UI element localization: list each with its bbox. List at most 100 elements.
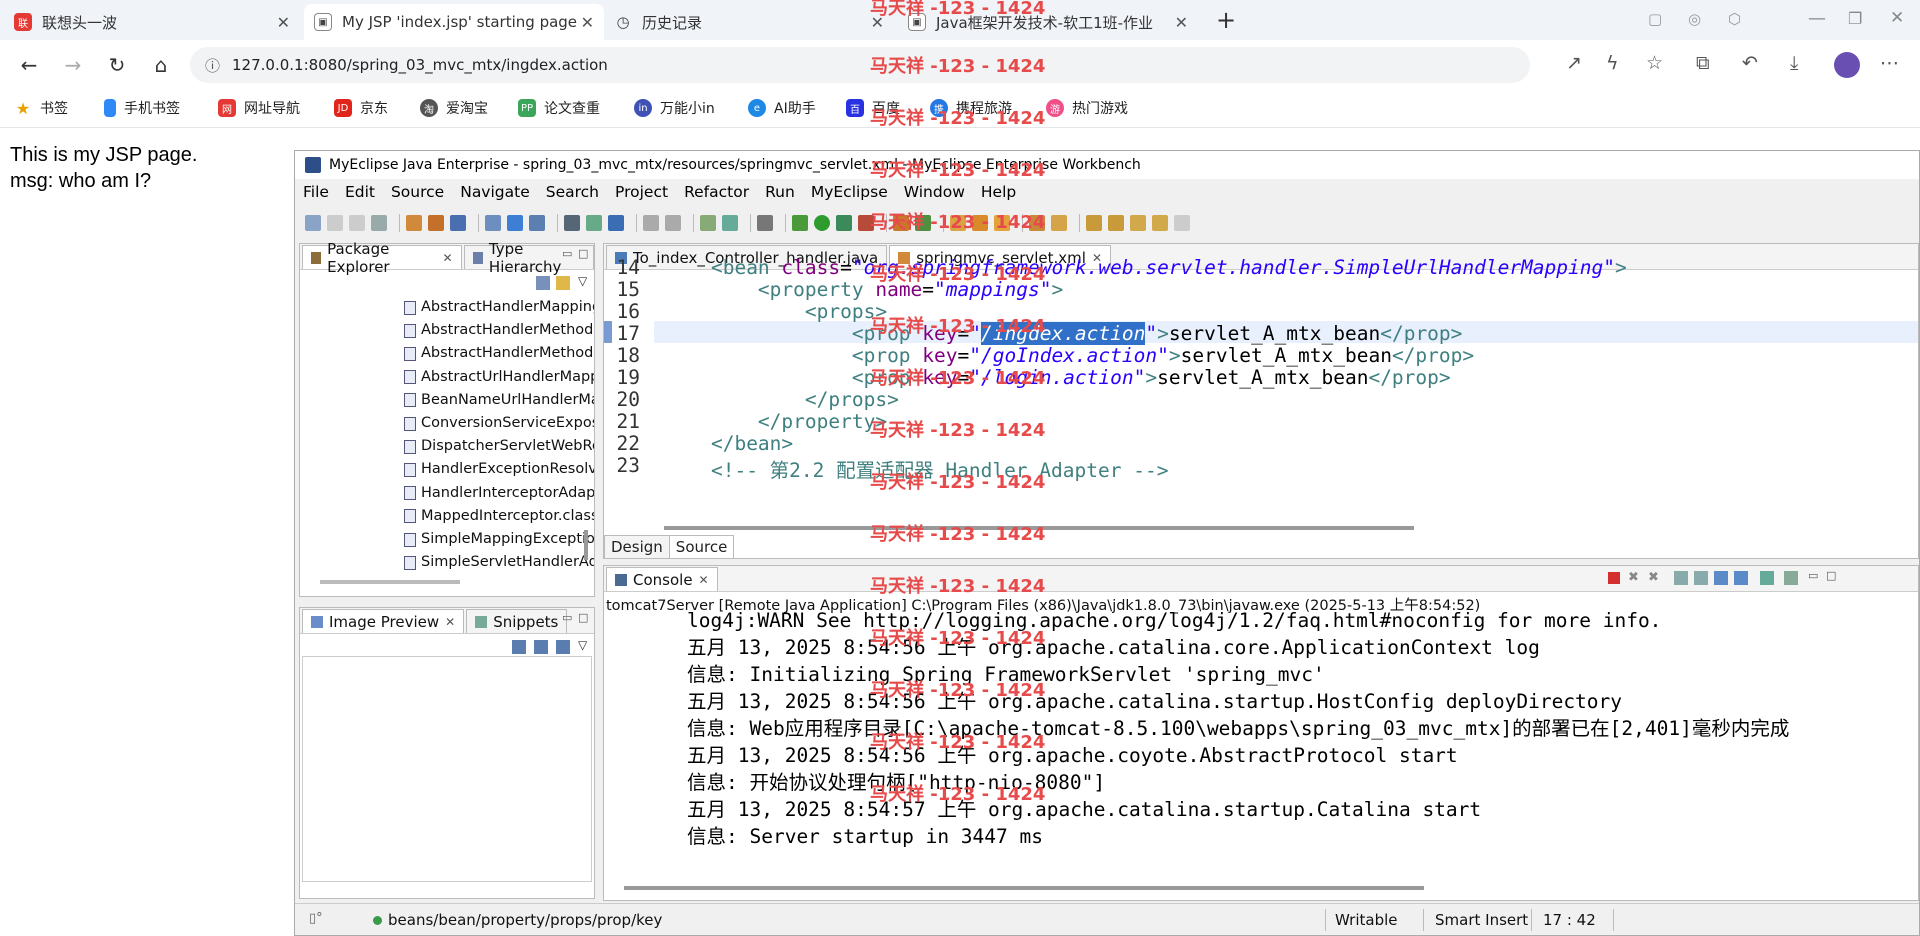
browser-tab-2[interactable]: ▣ My JSP 'index.jsp' starting page ✕ xyxy=(304,4,604,40)
bookmark-item[interactable]: 手机书签 xyxy=(104,98,180,118)
share-icon[interactable]: ↗ xyxy=(1566,52,1582,74)
minimize-icon[interactable]: — xyxy=(1808,8,1826,29)
forward-icon[interactable]: → xyxy=(58,50,88,80)
code-line[interactable]: <bean class="org.springframework.web.ser… xyxy=(664,256,1627,279)
tree-item[interactable]: ConversionServiceExposingInter xyxy=(300,412,594,435)
menu-navigate[interactable]: Navigate xyxy=(460,183,530,201)
clear-console-icon[interactable] xyxy=(1674,571,1688,585)
zoom-out-icon[interactable] xyxy=(534,640,548,654)
last-edit-icon[interactable] xyxy=(1130,215,1146,231)
browser-tab-4[interactable]: ▣ Java框架开发技术-软工1班-作业 ✕ xyxy=(898,4,1198,40)
tree-item[interactable]: SimpleMappingExceptionResolv xyxy=(300,528,594,551)
new-class-icon[interactable] xyxy=(893,215,909,231)
tab-source[interactable]: Source xyxy=(669,534,735,559)
link-editor-icon[interactable] xyxy=(556,276,570,290)
view-menu-icon[interactable]: ▽ xyxy=(578,274,587,288)
tree-item[interactable]: DispatcherServletWebRequest.c xyxy=(300,435,594,458)
close-icon[interactable]: ✕ xyxy=(277,13,290,32)
tree-item[interactable]: SimpleServletHandlerAdapter.cl xyxy=(300,551,594,574)
bookmark-item[interactable]: JD 京东 xyxy=(334,98,388,118)
globe-icon[interactable] xyxy=(608,215,624,231)
new-icon[interactable] xyxy=(305,215,321,231)
task-icon[interactable] xyxy=(700,215,716,231)
menu-edit[interactable]: Edit xyxy=(345,183,375,201)
bookmark-item[interactable]: 淘爱淘宝 xyxy=(420,98,488,118)
back-icon[interactable]: ← xyxy=(14,50,44,80)
browser-tab-3[interactable]: ◷ 历史记录 ✕ xyxy=(604,4,894,40)
save-all-icon[interactable] xyxy=(349,215,365,231)
undo-icon[interactable]: ↶ xyxy=(1742,52,1758,74)
menu-myeclipse[interactable]: MyEclipse xyxy=(811,183,888,201)
horizontal-scrollbar[interactable] xyxy=(320,580,460,584)
maximize-icon[interactable]: □ xyxy=(578,611,588,624)
code-area[interactable]: 14 <bean class="org.springframework.web.… xyxy=(604,244,1918,528)
code-line[interactable]: <!-- 第2.2 配置适配器 Handler Adapter --> xyxy=(664,454,1168,483)
terminate-icon[interactable] xyxy=(1608,572,1620,584)
home-icon[interactable]: ⌂ xyxy=(146,50,176,80)
package-icon[interactable] xyxy=(564,215,580,231)
tree-item[interactable]: HandlerInterceptorAdapter.class xyxy=(300,482,594,505)
print-icon[interactable] xyxy=(371,215,387,231)
tree-item[interactable]: AbstractHandlerMethodMappin xyxy=(300,342,594,365)
close-icon[interactable]: ✕ xyxy=(443,251,453,265)
server-icon[interactable] xyxy=(428,215,444,231)
code-line[interactable]: </property> xyxy=(664,410,887,433)
deploy2-icon[interactable] xyxy=(643,215,659,231)
bookmark-item[interactable]: PP 论文查重 xyxy=(518,98,600,118)
next-annotation-icon[interactable] xyxy=(1086,215,1102,231)
remove-launch-icon[interactable]: ✖ xyxy=(1628,570,1639,585)
package2-icon[interactable] xyxy=(586,215,602,231)
bookmark-item[interactable]: ★ 书签 xyxy=(14,98,68,118)
tree-item[interactable]: HandlerExceptionResolverComp xyxy=(300,458,594,481)
menu-refactor[interactable]: Refactor xyxy=(684,183,749,201)
prev-annotation-icon[interactable] xyxy=(1108,215,1124,231)
console-output[interactable]: log4j:WARN See http://logging.apache.org… xyxy=(687,607,1789,850)
maximize-icon[interactable]: □ xyxy=(578,247,588,260)
tree-item[interactable]: AbstractHandlerMapping.class xyxy=(300,296,594,319)
more-icon[interactable]: ⋯ xyxy=(1880,52,1899,74)
minimize-icon[interactable]: ▭ xyxy=(562,611,572,624)
tab-console[interactable]: Console ✕ xyxy=(606,567,718,591)
tree-item[interactable]: MappedInterceptor.class xyxy=(300,505,594,528)
menu-help[interactable]: Help xyxy=(981,183,1016,201)
menu-run[interactable]: Run xyxy=(765,183,795,201)
external-tools-icon[interactable] xyxy=(858,215,874,231)
vertical-scrollbar[interactable] xyxy=(584,530,588,560)
menu-project[interactable]: Project xyxy=(615,183,668,201)
open-folder-icon[interactable] xyxy=(950,215,966,231)
bookmark-item[interactable]: 百百度 xyxy=(846,98,900,118)
close-icon[interactable]: ✕ xyxy=(581,13,594,32)
star-icon[interactable]: ☆ xyxy=(1646,52,1663,74)
search-icon[interactable] xyxy=(529,215,545,231)
save-icon[interactable] xyxy=(327,215,343,231)
close-icon[interactable]: ✕ xyxy=(1175,13,1188,32)
maximize-icon[interactable]: □ xyxy=(1826,569,1836,582)
view-menu-icon[interactable]: ▽ xyxy=(578,638,587,652)
menu-search[interactable]: Search xyxy=(546,183,599,201)
task-list-icon[interactable] xyxy=(1051,215,1067,231)
horizontal-scrollbar[interactable] xyxy=(624,886,1424,890)
camera-icon[interactable] xyxy=(757,215,773,231)
wand-icon[interactable] xyxy=(507,215,523,231)
close-icon[interactable]: ✕ xyxy=(871,13,884,32)
menu-source[interactable]: Source xyxy=(391,183,444,201)
reload-icon[interactable]: ↻ xyxy=(102,50,132,80)
bookmark-item[interactable]: 游热门游戏 xyxy=(1046,98,1128,118)
incognito-icon[interactable]: ◎ xyxy=(1688,10,1701,28)
bookmark-item[interactable]: 网网址导航 xyxy=(218,98,300,118)
code-line[interactable]: </props> xyxy=(664,388,899,411)
code-line[interactable]: <prop key="/goIndex.action">servlet_A_mt… xyxy=(664,344,1474,367)
bookmark-item[interactable]: e AI助手 xyxy=(748,98,816,118)
close-icon[interactable]: ✕ xyxy=(445,615,455,629)
window-close-icon[interactable]: ✕ xyxy=(1890,8,1904,28)
tab-snippets[interactable]: Snippets xyxy=(466,609,568,633)
open-console-icon[interactable] xyxy=(1760,571,1774,585)
debug-icon[interactable] xyxy=(792,215,808,231)
url-field[interactable]: ⓘ 127.0.0.1:8080/spring_03_mvc_mtx/ingde… xyxy=(190,47,1530,83)
annotation-icon[interactable] xyxy=(1029,215,1045,231)
code-line[interactable]: <property name="mappings"> xyxy=(664,278,1063,301)
tab-package-explorer[interactable]: Package Explorer ✕ xyxy=(302,240,462,276)
avatar[interactable] xyxy=(1834,52,1860,78)
zoom-in-icon[interactable] xyxy=(512,640,526,654)
pin-console-icon[interactable] xyxy=(1714,571,1728,585)
